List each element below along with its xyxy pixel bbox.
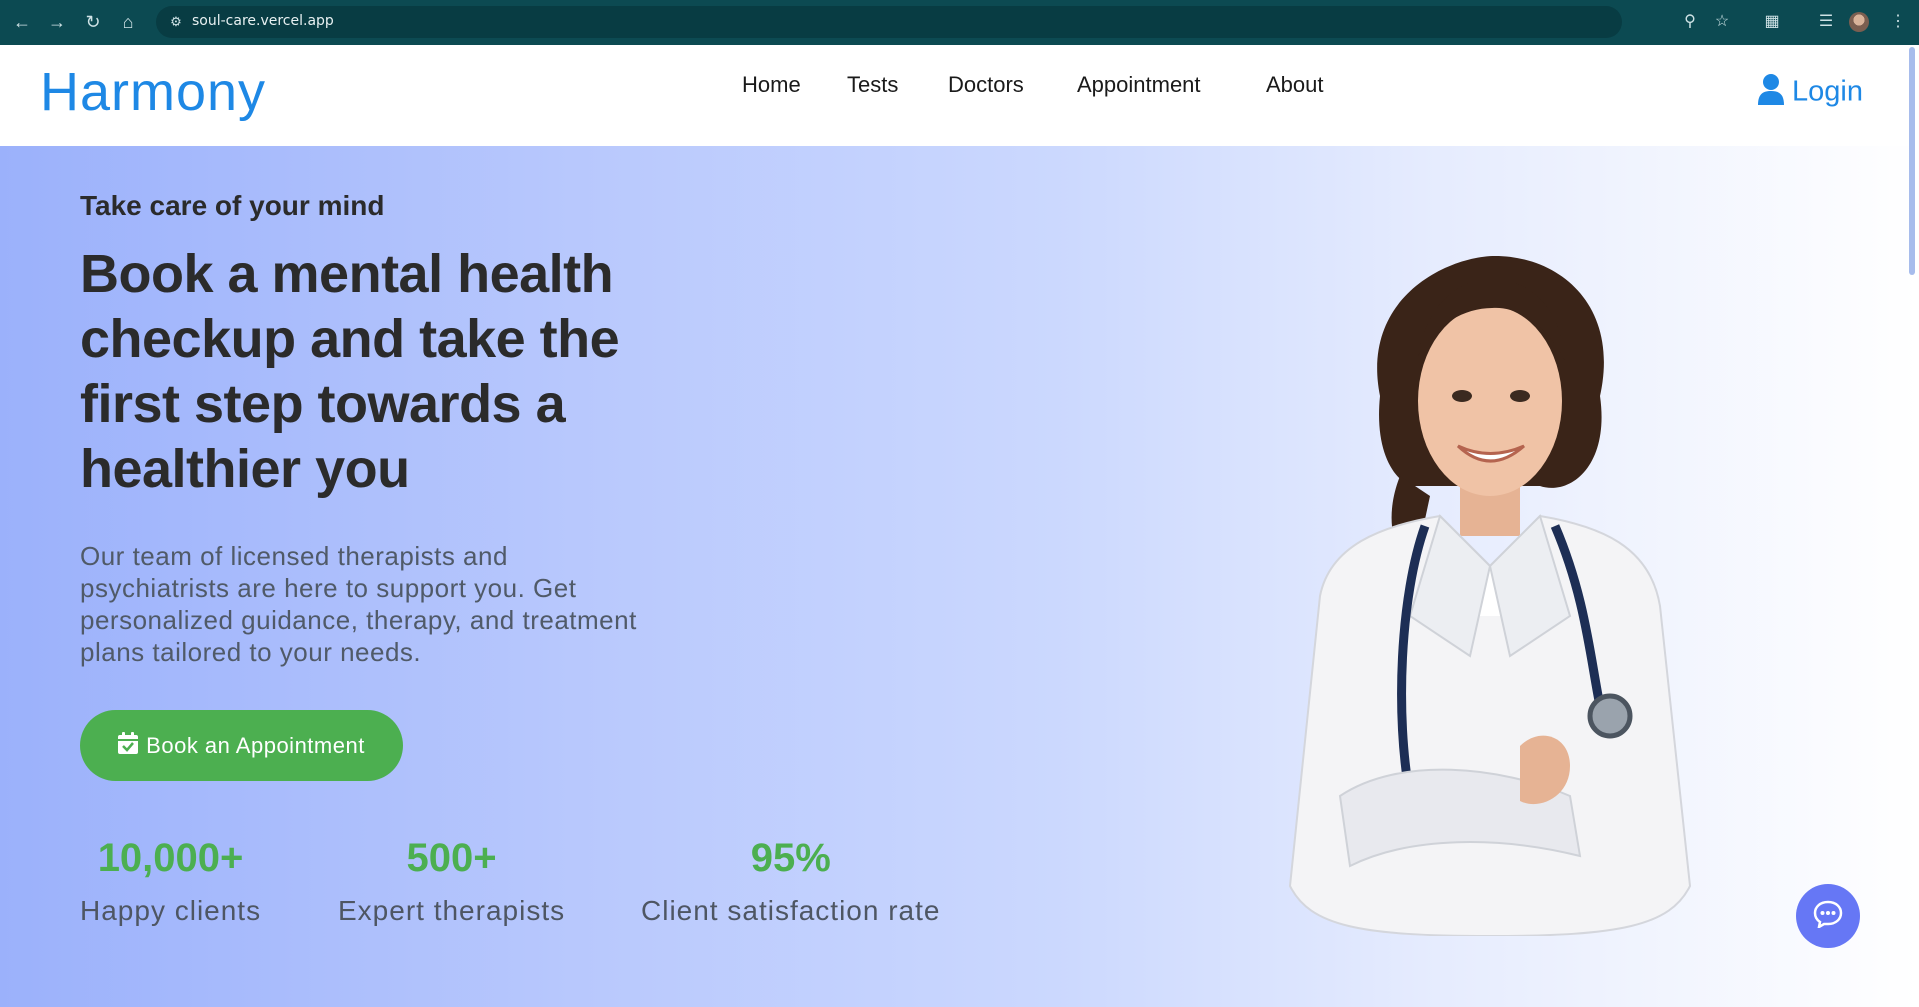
browser-toolbar: ← → ↻ ⌂ ⚙ soul-care.vercel.app ⚲ ☆ ▦ ☰ ⋮ <box>0 0 1919 45</box>
url-text[interactable]: soul-care.vercel.app <box>192 13 334 29</box>
nav-appointment[interactable]: Appointment <box>1077 72 1201 98</box>
hero-eyebrow: Take care of your mind <box>80 190 385 221</box>
back-icon[interactable]: ← <box>8 8 36 36</box>
stat-value: 500+ <box>406 836 497 880</box>
login-label: Login <box>1792 75 1863 108</box>
nav-home[interactable]: Home <box>742 72 801 98</box>
menu-icon[interactable]: ⋮ <box>1884 8 1912 36</box>
stat-label: Happy clients <box>80 895 262 926</box>
nav-about[interactable]: About <box>1266 72 1324 98</box>
profile-avatar[interactable] <box>1849 12 1869 32</box>
stat-satisfaction-rate: 95% Client satisfaction rate <box>641 836 940 927</box>
hero-section: Take care of your mind Book a mental hea… <box>0 146 1919 1007</box>
stat-expert-therapists: 500+ Expert therapists <box>338 836 565 927</box>
media-control-icon[interactable]: ☰ <box>1812 8 1840 36</box>
zoom-icon[interactable]: ⚲ <box>1676 8 1704 36</box>
stat-value: 95% <box>750 836 831 880</box>
book-appointment-button[interactable]: Book an Appointment <box>80 710 403 781</box>
scrollbar-thumb[interactable] <box>1909 47 1915 275</box>
chat-bubble-icon <box>1813 900 1843 933</box>
stat-label: Client satisfaction rate <box>641 895 941 926</box>
site-header: Harmony Home Tests Doctors Appointment A… <box>0 45 1919 146</box>
hero-headline: Book a mental health checkup and take th… <box>80 244 620 499</box>
site-info-icon[interactable]: ⚙ <box>168 14 184 30</box>
nav-tests[interactable]: Tests <box>847 72 898 98</box>
chat-button[interactable] <box>1796 884 1860 948</box>
hero-description: Our team of licensed therapists and psyc… <box>80 541 637 667</box>
bookmark-star-icon[interactable]: ☆ <box>1708 8 1736 36</box>
login-button[interactable]: Login <box>1758 73 1863 113</box>
stat-value: 10,000+ <box>97 836 244 880</box>
forward-icon[interactable]: → <box>43 8 71 36</box>
stat-happy-clients: 10,000+ Happy clients <box>80 836 261 927</box>
address-bar[interactable]: ⚙ soul-care.vercel.app <box>156 6 1622 38</box>
stat-label: Expert therapists <box>338 895 566 926</box>
calendar-check-icon <box>118 731 139 760</box>
site-logo[interactable]: Harmony <box>40 61 266 123</box>
book-appointment-label: Book an Appointment <box>146 732 365 758</box>
extensions-icon[interactable]: ▦ <box>1758 8 1786 36</box>
user-icon <box>1758 73 1784 113</box>
home-icon[interactable]: ⌂ <box>114 8 142 36</box>
doctor-image <box>1240 236 1740 941</box>
reload-icon[interactable]: ↻ <box>79 8 107 36</box>
page-scrollbar[interactable] <box>1905 45 1919 1007</box>
nav-doctors[interactable]: Doctors <box>948 72 1024 98</box>
